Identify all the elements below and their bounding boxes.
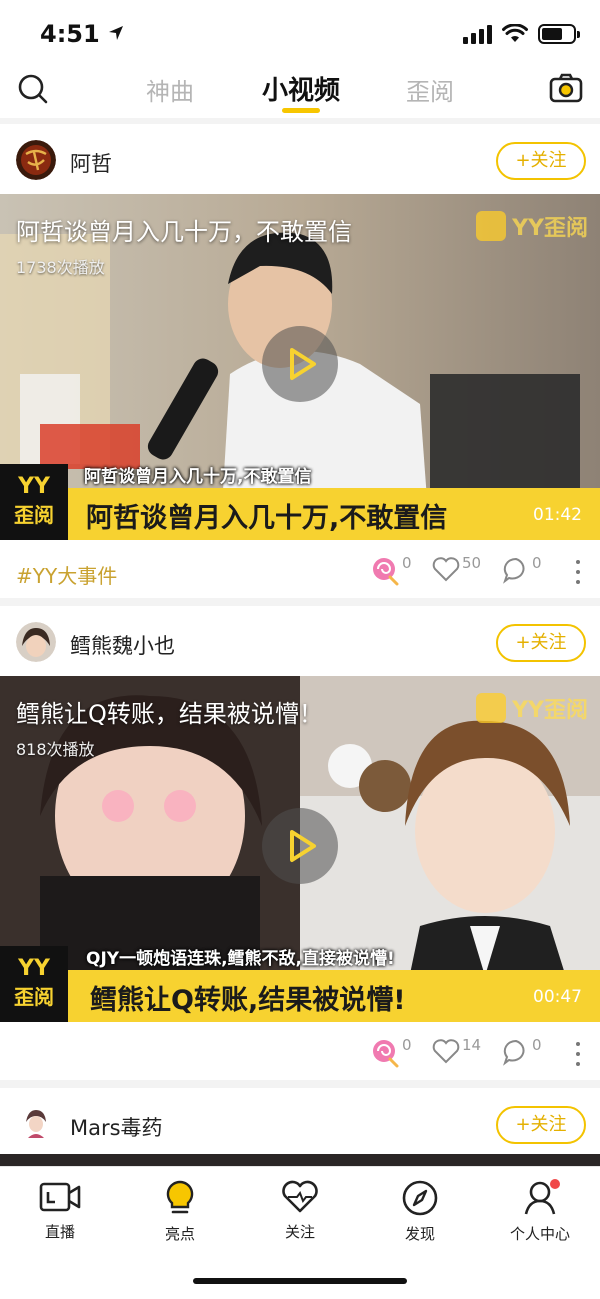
like-stat[interactable]: 14 xyxy=(432,1036,481,1064)
yy-logo: YY 歪阅 xyxy=(0,946,68,1022)
follow-button[interactable]: +关注 xyxy=(496,1106,586,1144)
comment-icon xyxy=(503,1039,525,1066)
bulb-icon xyxy=(166,1180,194,1214)
hashtag[interactable]: #YY大事件 xyxy=(16,560,117,589)
feed-card: 阿哲 +关注 阿哲谈曾月入几十万，不敢置信 1738次播放 YY歪阅 阿哲谈曾月… xyxy=(0,124,600,598)
tab-label: 发现 xyxy=(404,1225,435,1243)
compass-icon xyxy=(402,1180,438,1216)
author-name[interactable]: 鳕熊魏小也 xyxy=(70,630,175,660)
notification-dot xyxy=(550,1179,560,1189)
feed-card: Mars毒药 +关注 xyxy=(0,1088,600,1166)
like-stat[interactable]: 50 xyxy=(432,554,481,582)
yy-mascot-icon xyxy=(476,693,507,723)
lollipop-icon xyxy=(373,1040,399,1068)
active-tab-indicator xyxy=(282,108,320,113)
cellular-signal-icon xyxy=(463,24,492,44)
comment-stat[interactable]: 0 xyxy=(502,1036,542,1066)
tab-following[interactable]: 关注 xyxy=(250,1179,350,1242)
video-title: 阿哲谈曾月入几十万，不敢置信 xyxy=(16,218,352,246)
author-name[interactable]: Mars毒药 xyxy=(70,1112,163,1142)
card-header: Mars毒药 +关注 xyxy=(0,1088,600,1158)
gift-stat[interactable]: 0 xyxy=(370,554,412,586)
video-title: 鳕熊让Q转账，结果被说懵！ xyxy=(16,700,323,728)
video-caption: 鳕熊让Q转账,结果被说懵! xyxy=(90,985,406,1016)
home-indicator[interactable] xyxy=(193,1278,407,1284)
status-bar: 4:51 xyxy=(0,0,600,64)
heart-icon xyxy=(282,1180,318,1213)
tab-waiyue[interactable]: 歪阅 xyxy=(406,72,454,107)
video-thumbnail-peek xyxy=(0,1154,600,1166)
heart-outline-icon xyxy=(432,557,460,582)
yy-logo: YY 歪阅 xyxy=(0,464,68,540)
avatar[interactable] xyxy=(16,1104,56,1144)
status-time: 4:51 xyxy=(40,20,124,48)
location-arrow-icon xyxy=(109,26,124,40)
card-footer: #YY大事件 0 50 0 xyxy=(0,540,600,604)
heart-outline-icon xyxy=(432,1039,460,1064)
play-count: 818次播放 xyxy=(16,740,95,759)
camera-icon[interactable] xyxy=(548,70,584,106)
gift-stat[interactable]: 0 xyxy=(370,1036,412,1068)
more-options-icon[interactable] xyxy=(576,1042,582,1066)
play-button[interactable] xyxy=(262,808,338,884)
lollipop-icon xyxy=(373,558,399,586)
battery-icon xyxy=(538,24,580,44)
search-icon[interactable] xyxy=(16,72,50,106)
feed-card: 鳕熊魏小也 +关注 鳕熊让Q转账，结果被说懵！ 818次播放 YY歪阅 QJY一… xyxy=(0,606,600,1080)
comment-stat[interactable]: 0 xyxy=(502,554,542,584)
card-header: 鳕熊魏小也 +关注 xyxy=(0,606,600,676)
tab-shenqu[interactable]: 神曲 xyxy=(146,72,194,107)
yy-mascot-icon xyxy=(476,211,507,241)
card-header: 阿哲 +关注 xyxy=(0,124,600,194)
yy-watermark: YY歪阅 xyxy=(476,692,588,724)
play-icon xyxy=(290,830,316,862)
follow-button[interactable]: +关注 xyxy=(496,142,586,180)
video-duration: 01:42 xyxy=(533,505,582,525)
top-nav: 神曲 小视频 歪阅 xyxy=(0,64,600,118)
play-icon xyxy=(290,348,316,380)
avatar[interactable] xyxy=(16,140,56,180)
video-subtitle: QJY一顿炮语连珠,鳕熊不敌,直接被说懵! xyxy=(86,949,395,969)
play-button[interactable] xyxy=(262,326,338,402)
author-name[interactable]: 阿哲 xyxy=(70,148,112,178)
avatar[interactable] xyxy=(16,622,56,662)
tab-label: 直播 xyxy=(44,1223,75,1241)
tab-profile[interactable]: 个人中心 xyxy=(490,1179,590,1244)
video-player[interactable]: 阿哲谈曾月入几十万，不敢置信 1738次播放 YY歪阅 阿哲谈曾月入几十万,不敢… xyxy=(0,194,600,540)
yy-watermark: YY歪阅 xyxy=(476,210,588,242)
tab-short-video[interactable]: 小视频 xyxy=(262,70,340,107)
wifi-icon xyxy=(502,24,528,42)
follow-button[interactable]: +关注 xyxy=(496,624,586,662)
card-footer: 0 14 0 xyxy=(0,1022,600,1086)
video-duration: 00:47 xyxy=(533,987,582,1007)
tab-label: 关注 xyxy=(284,1223,315,1241)
live-icon xyxy=(39,1182,81,1212)
play-count: 1738次播放 xyxy=(16,258,105,277)
tab-live[interactable]: 直播 xyxy=(10,1179,110,1242)
video-caption: 阿哲谈曾月入几十万,不敢置信 xyxy=(86,503,448,534)
tab-highlights[interactable]: 亮点 xyxy=(130,1179,230,1244)
tab-label: 个人中心 xyxy=(509,1225,570,1243)
tab-discover[interactable]: 发现 xyxy=(370,1179,470,1244)
comment-icon xyxy=(503,557,525,584)
video-subtitle: 阿哲谈曾月入几十万,不敢置信 xyxy=(84,467,312,487)
tab-label: 亮点 xyxy=(164,1225,195,1243)
more-options-icon[interactable] xyxy=(576,560,582,584)
video-player[interactable]: 鳕熊让Q转账，结果被说懵！ 818次播放 YY歪阅 QJY一顿炮语连珠,鳕熊不敌… xyxy=(0,676,600,1022)
